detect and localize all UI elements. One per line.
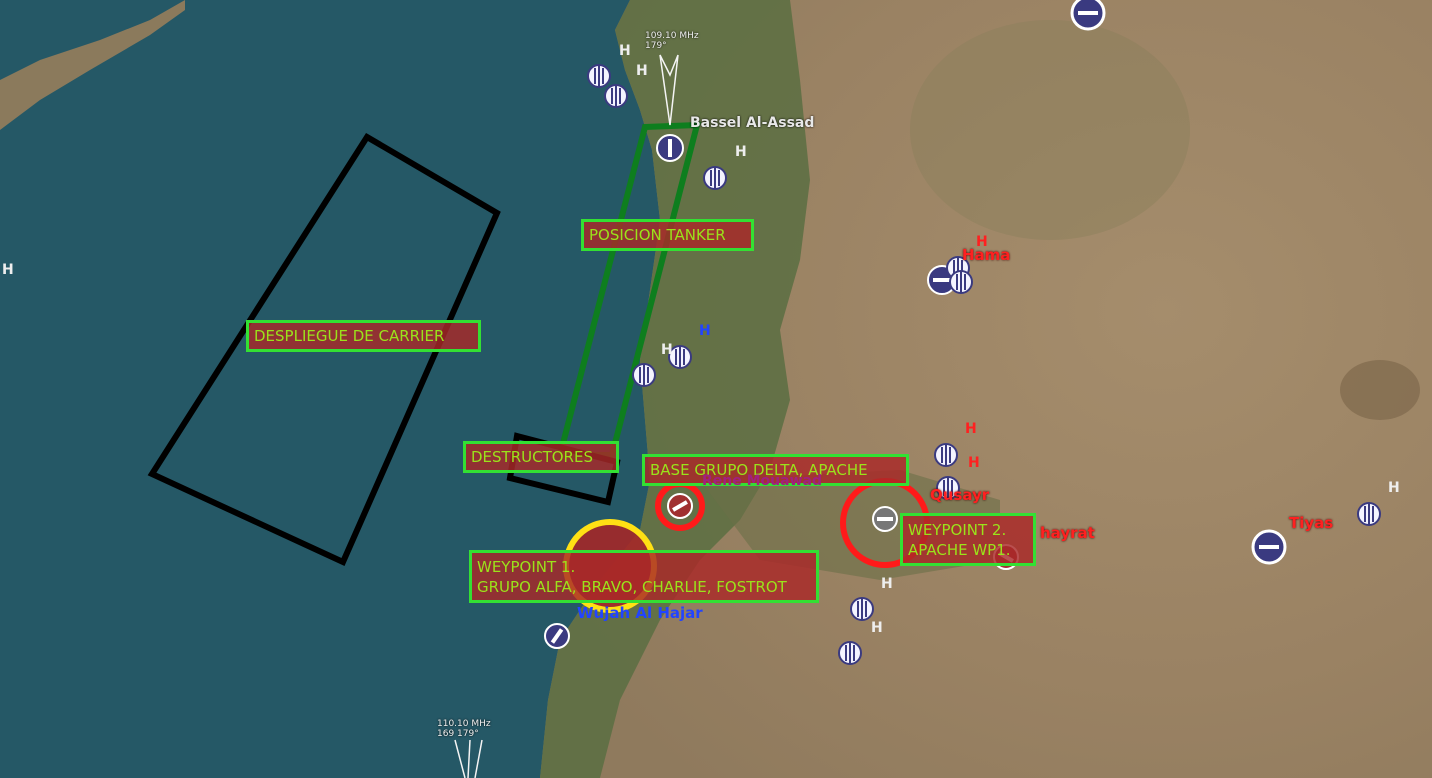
navaid-top-bearing: 179° bbox=[645, 41, 667, 51]
waypoint-2-title: WEYPOINT 2. bbox=[908, 521, 1007, 539]
tanker-zone-label: POSICION TANKER bbox=[581, 219, 754, 251]
heli-marker: H bbox=[871, 620, 883, 636]
waypoint-1-label: WEYPOINT 1. GRUPO ALFA, BRAVO, CHARLIE, … bbox=[469, 550, 819, 603]
heli-marker: H bbox=[965, 421, 977, 437]
place-qusayr: Qusayr bbox=[930, 486, 990, 504]
dark-terrain bbox=[1340, 360, 1420, 420]
helipad-icon bbox=[587, 64, 611, 88]
heli-marker: H bbox=[735, 144, 747, 160]
helipad-icon bbox=[934, 443, 958, 467]
airbase-icon bbox=[1070, 0, 1106, 31]
heli-marker: H bbox=[976, 234, 988, 250]
waypoint-2-label: WEYPOINT 2. APACHE WP1. bbox=[900, 513, 1036, 566]
helipad-icon bbox=[850, 597, 874, 621]
helipad-icon bbox=[703, 166, 727, 190]
place-bassel: Bassel Al-Assad bbox=[690, 115, 815, 131]
place-tiyas: Tiyas bbox=[1289, 514, 1334, 532]
heli-marker: H bbox=[2, 262, 14, 278]
heli-marker: H bbox=[1388, 480, 1400, 496]
carrier-zone-label: DESPLIEGUE DE CARRIER bbox=[246, 320, 481, 352]
place-rene: Rene Mouawad bbox=[702, 473, 822, 489]
navaid-top-freq: 109.10 MHz bbox=[645, 31, 699, 41]
heli-marker: H bbox=[881, 576, 893, 592]
helipad-icon bbox=[949, 270, 973, 294]
airbase-icon bbox=[656, 134, 684, 162]
place-shayrat: hayrat bbox=[1040, 524, 1095, 542]
waypoint-1-title: WEYPOINT 1. bbox=[477, 558, 576, 576]
heli-marker: H bbox=[636, 63, 648, 79]
helipad-icon bbox=[632, 363, 656, 387]
airbase-icon bbox=[667, 493, 693, 519]
heli-marker: H bbox=[699, 323, 711, 339]
destroyers-zone-label: DESTRUCTORES bbox=[463, 441, 619, 473]
waypoint-2-group: APACHE WP1. bbox=[908, 541, 1011, 559]
helipad-icon bbox=[604, 84, 628, 108]
place-wujah: Wujah Al Hajar bbox=[577, 604, 703, 622]
helipad-icon bbox=[838, 641, 862, 665]
navaid-bottom-bearing: 169 179° bbox=[437, 729, 479, 739]
navaid-bottom-freq: 110.10 MHz bbox=[437, 719, 491, 729]
highland-terrain bbox=[910, 20, 1190, 240]
navaid-top-readout: 109.10 MHz 179° bbox=[645, 31, 699, 51]
heli-marker: H bbox=[968, 455, 980, 471]
heli-marker: H bbox=[661, 342, 673, 358]
airbase-icon bbox=[1251, 529, 1287, 565]
navaid-bottom-readout: 110.10 MHz 169 179° bbox=[437, 719, 491, 739]
heli-marker: H bbox=[619, 43, 631, 59]
helipad-icon bbox=[1357, 502, 1381, 526]
waypoint-1-groups: GRUPO ALFA, BRAVO, CHARLIE, FOSTROT bbox=[477, 578, 787, 596]
airbase-icon bbox=[872, 506, 898, 532]
airbase-icon bbox=[544, 623, 570, 649]
